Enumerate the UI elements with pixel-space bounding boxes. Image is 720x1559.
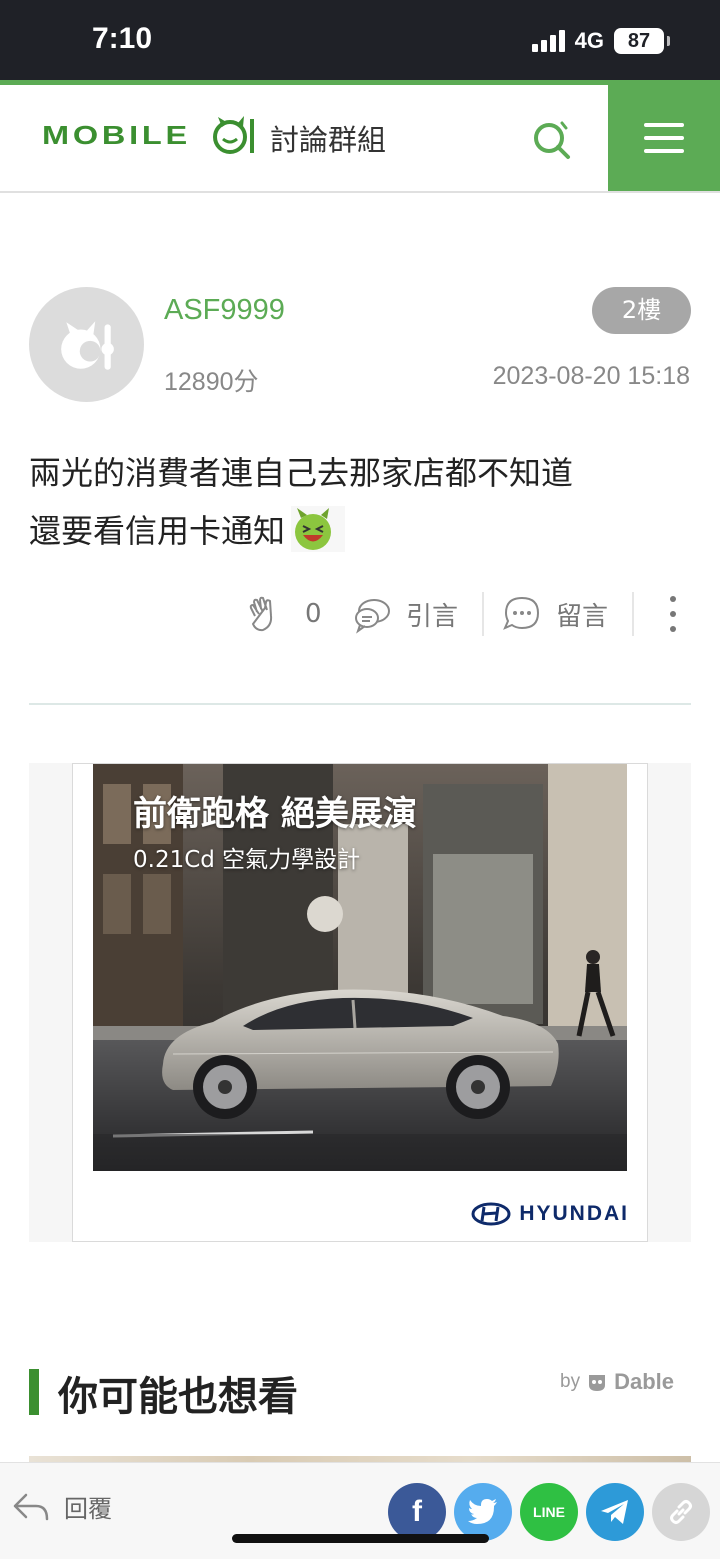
post-content-line-with-emoji: 還要看信用卡通知 xyxy=(29,502,689,560)
logo-mascot-icon xyxy=(213,116,255,154)
dable-by-label: by xyxy=(560,1371,581,1392)
line-icon: LINE xyxy=(533,1504,565,1520)
share-facebook-button[interactable]: f xyxy=(388,1483,446,1541)
post-divider xyxy=(29,703,691,705)
default-avatar-icon xyxy=(60,320,114,370)
status-time: 7:10 xyxy=(92,22,153,55)
ad-brand-text: HYUNDAI xyxy=(519,1202,629,1225)
menu-icon xyxy=(644,123,684,127)
ad-brand-logo[interactable]: HYUNDAI xyxy=(471,1202,629,1226)
post-content-line: 兩光的消費者連自己去那家店都不知道 xyxy=(29,454,574,492)
comment-label: 留言 xyxy=(556,601,609,632)
action-separator xyxy=(632,592,634,636)
post-username[interactable]: ASF9999 xyxy=(164,294,285,327)
copy-link-button[interactable] xyxy=(652,1483,710,1541)
section-title[interactable]: 討論群組 xyxy=(270,117,386,159)
menu-button[interactable] xyxy=(608,85,720,191)
link-icon xyxy=(670,1500,692,1524)
reply-button[interactable]: 回覆 xyxy=(12,1489,112,1524)
more-dots-icon xyxy=(670,596,676,602)
post-content: 兩光的消費者連自己去那家店都不知道 還要看信用卡通知 xyxy=(29,444,689,560)
telegram-plane-icon xyxy=(601,1500,628,1524)
post-content-line: 還要看信用卡通知 xyxy=(29,512,286,550)
twitter-bird-icon xyxy=(468,1499,497,1524)
hyundai-logo-icon xyxy=(471,1202,511,1226)
like-count: 0 xyxy=(305,599,322,629)
like-button[interactable]: 0 xyxy=(245,588,322,640)
network-type: 4G xyxy=(574,28,604,53)
action-separator xyxy=(482,592,484,636)
comment-button[interactable]: 留言 xyxy=(502,588,608,640)
quote-label: 引言 xyxy=(406,601,459,632)
share-line-button[interactable]: LINE xyxy=(520,1483,578,1541)
battery-icon: 87 xyxy=(614,28,670,54)
recommend-title: 你可能也想看 xyxy=(58,1374,298,1420)
post-actions: 0 引言 留言 xyxy=(0,588,720,640)
quote-chat-icon xyxy=(355,599,390,634)
comment-icon xyxy=(503,596,540,630)
search-button[interactable] xyxy=(530,119,572,161)
dable-logo-icon xyxy=(589,1375,606,1391)
ad-headline: 前衛跑格 絕美展演 xyxy=(133,794,417,834)
site-header: MOBILE 討論群組 xyxy=(0,85,720,193)
bottom-action-bar: 回覆 f LINE xyxy=(0,1462,720,1559)
search-icon xyxy=(534,121,570,159)
quote-button[interactable]: 引言 xyxy=(352,588,458,640)
reply-arrow-icon xyxy=(13,1493,49,1520)
ad-card[interactable]: 前衛跑格 絕美展演 0.21Cd 空氣力學設計 HYUNDAI xyxy=(72,763,648,1242)
user-score: 12890分 xyxy=(164,368,259,396)
logo-text: MOBILE xyxy=(42,119,191,150)
post-datetime: 2023-08-20 15:18 xyxy=(492,362,690,390)
status-bar: 7:10 4G 87 xyxy=(0,0,720,80)
section-accent-bar xyxy=(29,1369,39,1415)
home-indicator[interactable] xyxy=(232,1534,489,1543)
reply-label: 回覆 xyxy=(64,1495,112,1523)
dable-attribution[interactable]: by Dable xyxy=(560,1369,674,1395)
site-logo[interactable]: MOBILE xyxy=(42,115,257,155)
floor-badge[interactable]: 2樓 xyxy=(592,287,691,334)
ad-car-image[interactable]: 前衛跑格 絕美展演 0.21Cd 空氣力學設計 xyxy=(93,764,627,1171)
signal-icon xyxy=(531,30,565,52)
clap-icon xyxy=(249,596,273,632)
ad-subline: 0.21Cd 空氣力學設計 xyxy=(133,847,361,873)
more-options-button[interactable] xyxy=(664,596,682,632)
share-telegram-button[interactable] xyxy=(586,1483,644,1541)
user-avatar[interactable] xyxy=(29,287,144,402)
laughing-emoji-icon xyxy=(291,506,346,552)
share-twitter-button[interactable] xyxy=(454,1483,512,1541)
facebook-icon: f xyxy=(412,1495,422,1528)
status-indicators: 4G 87 xyxy=(531,28,670,54)
dable-name: Dable xyxy=(614,1369,674,1394)
